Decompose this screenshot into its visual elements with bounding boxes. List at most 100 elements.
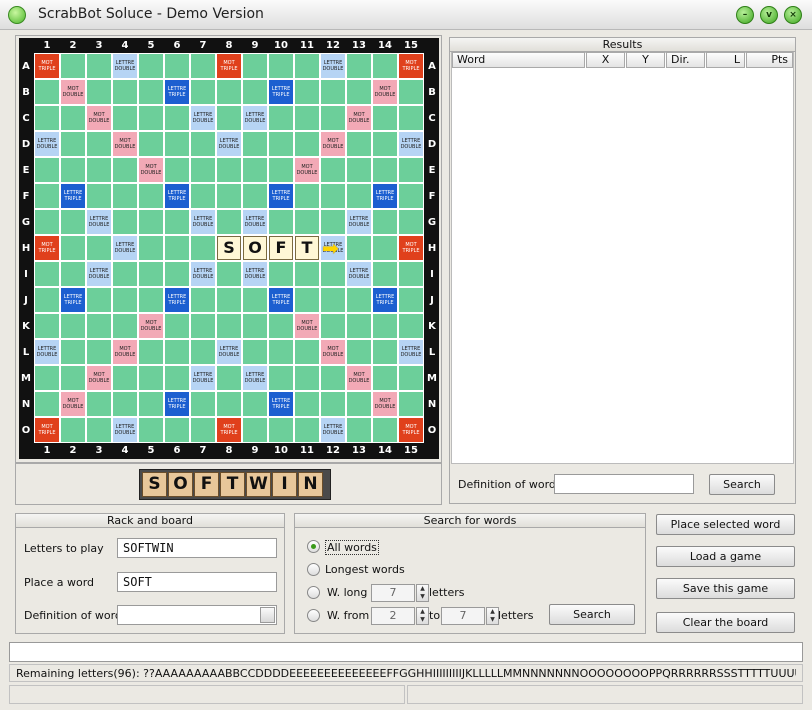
board-square[interactable] [138, 365, 164, 391]
board-square[interactable] [60, 313, 86, 339]
board-square[interactable] [294, 79, 320, 105]
board-square[interactable] [346, 235, 372, 261]
board-square[interactable] [60, 209, 86, 235]
board-square-ld[interactable]: LETTRE DOUBLE [112, 417, 138, 443]
board-square[interactable] [320, 313, 346, 339]
board-square[interactable] [216, 365, 242, 391]
board-square-lt[interactable]: LETTRE TRIPLE [268, 287, 294, 313]
board-square-ld[interactable]: LETTRE DOUBLE [190, 261, 216, 287]
board-square[interactable] [372, 261, 398, 287]
board-square[interactable] [268, 105, 294, 131]
board-square[interactable] [138, 339, 164, 365]
from-spinner[interactable]: 2 [371, 607, 415, 625]
results-list[interactable] [451, 52, 794, 464]
board-square-mt[interactable]: MOT DOUBLE [60, 391, 86, 417]
search-words-button[interactable]: Search [549, 604, 635, 625]
board-square[interactable] [268, 53, 294, 79]
board-square[interactable] [320, 183, 346, 209]
board-square-mt[interactable]: MOT DOUBLE [294, 157, 320, 183]
board-square[interactable] [86, 417, 112, 443]
col-y[interactable]: Y [626, 52, 665, 68]
direction-arrow-icon[interactable]: ➡ [322, 236, 339, 260]
board-square[interactable] [60, 365, 86, 391]
board-square[interactable] [164, 313, 190, 339]
board-square-mt[interactable]: MOT DOUBLE [112, 339, 138, 365]
board-square-ld[interactable]: LETTRE DOUBLE [320, 53, 346, 79]
board-square[interactable] [268, 417, 294, 443]
board-square[interactable] [268, 261, 294, 287]
w-long-spinner[interactable]: 7 [371, 584, 415, 602]
col-dir[interactable]: Dir. [666, 52, 705, 68]
board-square[interactable] [242, 313, 268, 339]
board-square[interactable] [242, 287, 268, 313]
board-square[interactable] [60, 131, 86, 157]
definition-field[interactable] [554, 474, 694, 494]
board-square[interactable] [190, 53, 216, 79]
board-square-lt[interactable]: LETTRE TRIPLE [268, 79, 294, 105]
board-square[interactable] [294, 417, 320, 443]
board-square[interactable] [320, 79, 346, 105]
maximize-button[interactable]: v [760, 6, 778, 24]
board-square-mt[interactable]: MOT DOUBLE [372, 391, 398, 417]
board-square[interactable] [60, 417, 86, 443]
board-square[interactable] [190, 417, 216, 443]
board-square[interactable] [164, 209, 190, 235]
board-square[interactable] [242, 183, 268, 209]
col-l[interactable]: L [706, 52, 745, 68]
board-square[interactable] [320, 105, 346, 131]
col-word[interactable]: Word [452, 52, 585, 68]
board-square[interactable] [86, 235, 112, 261]
board-square[interactable] [372, 339, 398, 365]
board-square-lt[interactable]: LETTRE TRIPLE [268, 183, 294, 209]
board-square[interactable] [294, 287, 320, 313]
board-square[interactable] [346, 339, 372, 365]
board-square[interactable] [294, 131, 320, 157]
board-square[interactable] [112, 313, 138, 339]
board-square-mt[interactable]: MOT DOUBLE [346, 365, 372, 391]
board-square[interactable] [164, 53, 190, 79]
board-square[interactable] [372, 313, 398, 339]
board-square[interactable] [242, 339, 268, 365]
board-square[interactable] [294, 339, 320, 365]
board-square[interactable] [372, 365, 398, 391]
col-x[interactable]: X [586, 52, 625, 68]
board-square-ld[interactable]: LETTRE DOUBLE [242, 261, 268, 287]
board-square[interactable] [294, 261, 320, 287]
board-square-ld[interactable]: LETTRE DOUBLE [112, 235, 138, 261]
board-square-ld[interactable]: LETTRE DOUBLE [112, 53, 138, 79]
scrabble-board[interactable]: MOT TRIPLE LETTRE DOUBLE MOT TRIPLE LETTRE DOUB… [19, 38, 439, 459]
board-square[interactable] [60, 53, 86, 79]
board-square[interactable] [320, 157, 346, 183]
board-definition-select[interactable] [117, 605, 277, 625]
radio-w-long[interactable] [307, 586, 320, 599]
board-square-lt[interactable]: LETTRE TRIPLE [372, 183, 398, 209]
board-square[interactable] [190, 131, 216, 157]
board-square-ld[interactable]: LETTRE DOUBLE [216, 131, 242, 157]
board-square[interactable] [86, 183, 112, 209]
board-square[interactable] [86, 391, 112, 417]
board-square[interactable] [190, 313, 216, 339]
placed-tile[interactable]: O [243, 236, 267, 260]
board-square-tt[interactable]: MOT TRIPLE [216, 417, 242, 443]
w-long-spinner-arrows[interactable]: ▲ ▼ [416, 584, 429, 602]
board-square[interactable] [346, 287, 372, 313]
placed-tile[interactable]: S [217, 236, 241, 260]
placed-tile[interactable]: T [295, 236, 319, 260]
board-square-ld[interactable]: LETTRE DOUBLE [190, 105, 216, 131]
board-square[interactable] [372, 235, 398, 261]
board-square[interactable] [268, 365, 294, 391]
rack-tile[interactable]: F [194, 472, 219, 497]
board-square[interactable] [138, 183, 164, 209]
board-square[interactable] [60, 235, 86, 261]
board-square[interactable] [164, 365, 190, 391]
board-square[interactable] [294, 209, 320, 235]
board-square-ld[interactable]: LETTRE DOUBLE [86, 209, 112, 235]
board-square[interactable] [138, 417, 164, 443]
board-square[interactable] [242, 417, 268, 443]
board-square[interactable] [112, 287, 138, 313]
board-square[interactable] [190, 157, 216, 183]
board-square[interactable] [86, 339, 112, 365]
board-square[interactable] [346, 131, 372, 157]
board-square-ld[interactable]: LETTRE DOUBLE [242, 209, 268, 235]
board-square[interactable] [320, 261, 346, 287]
